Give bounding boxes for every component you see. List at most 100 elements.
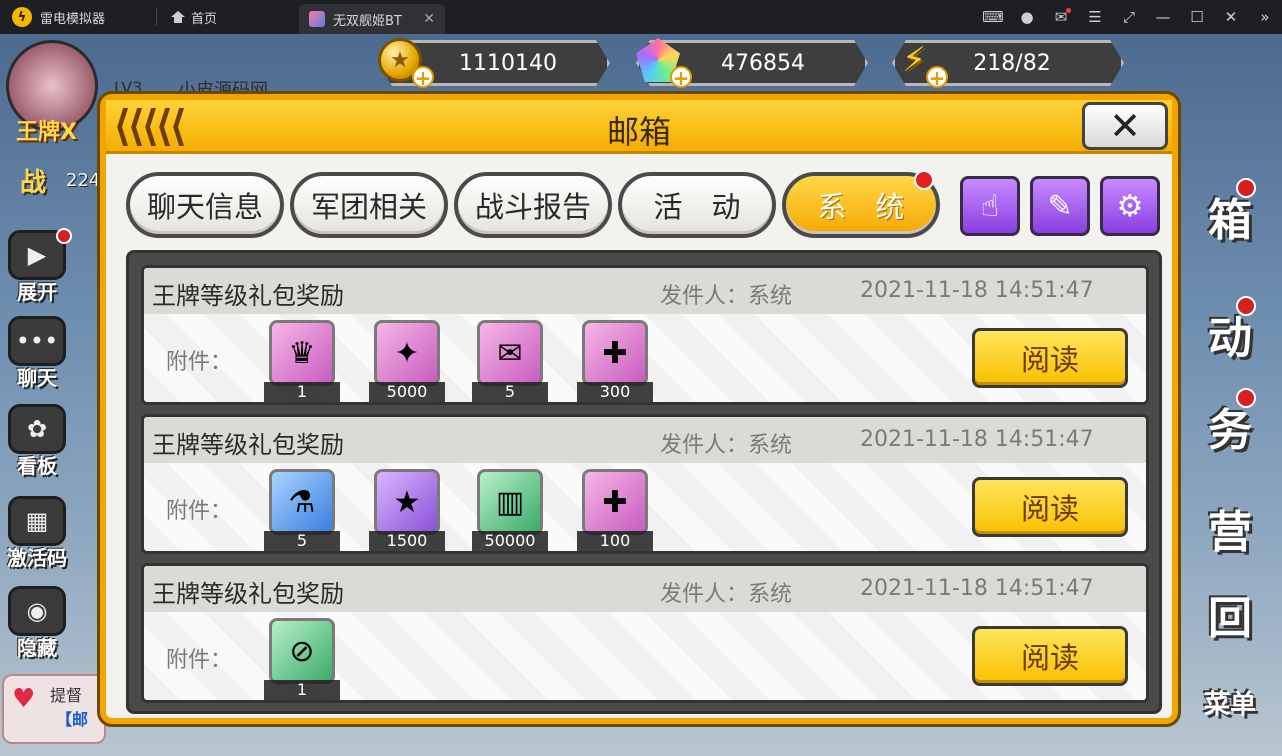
notification-dot	[1066, 8, 1071, 13]
attachment-item[interactable]: ★ 1500	[369, 469, 445, 551]
side-button-label: 展开	[17, 280, 57, 304]
right-menu-label: 箱	[1208, 195, 1252, 246]
tab-system[interactable]: 系 统	[782, 170, 940, 238]
attachment-item[interactable]: ✚ 300	[577, 320, 653, 402]
minimize-icon[interactable]: —	[1146, 0, 1180, 34]
settings-gear-icon[interactable]: ⚙	[1100, 176, 1160, 236]
resource-gold[interactable]: ★ + 1110140	[378, 38, 610, 88]
gamepad-icon[interactable]: ⌨	[976, 0, 1010, 34]
write-pencil-icon[interactable]: ✎	[1030, 176, 1090, 236]
attachment-item[interactable]: ✚ 100	[577, 469, 653, 551]
home-icon	[171, 11, 185, 23]
rainbow-gem-icon: +	[636, 38, 692, 88]
emulator-logo[interactable]: ϟ 雷电模拟器	[0, 0, 156, 34]
notice-line-2: 【邮	[56, 710, 89, 729]
mail-category-tabs: 聊天信息 军团相关 战斗报告 活 动 系 统	[126, 170, 940, 240]
read-button[interactable]: 阅读	[972, 626, 1128, 686]
attachment-item[interactable]: ▥ 50000	[472, 469, 548, 551]
mail-icon[interactable]: ✉	[1044, 0, 1078, 34]
attachment-item[interactable]: ⚗ 5	[264, 469, 340, 551]
dialog-title: 邮箱	[606, 113, 671, 151]
right-menu-label: 营	[1208, 507, 1252, 558]
power-label: 战	[20, 168, 47, 198]
mail-item[interactable]: 王牌等级礼包奖励 发件人：系统 2021-11-18 14:51:47 附件： …	[141, 265, 1149, 405]
item-quantity: 5000	[369, 382, 445, 402]
notification-dot	[1236, 296, 1256, 316]
heart-icon: ♥	[12, 684, 36, 714]
tab-system-label: 系 统	[817, 190, 905, 224]
purple-star-coin-icon: ★	[374, 469, 440, 535]
add-icon[interactable]: +	[670, 66, 692, 88]
attachment-item[interactable]: ✉ 5	[472, 320, 548, 402]
notice-line-1: 提督	[50, 686, 83, 705]
resource-energy[interactable]: ⚡ + 218/82	[892, 38, 1124, 88]
side-button-activation-code[interactable]: ▦ 激活码	[2, 496, 72, 570]
side-button-chat[interactable]: ••• 聊天	[2, 316, 72, 390]
mail-item[interactable]: 王牌等级礼包奖励 发件人：系统 2021-11-18 14:51:47 附件： …	[141, 563, 1149, 703]
item-quantity: 1	[264, 680, 340, 700]
maximize-icon[interactable]: ☐	[1180, 0, 1214, 34]
emulator-titlebar: ϟ 雷电模拟器 首页 无双舰姬BT ✕ ⌨ ● ✉ ☰ ⤢ — ☐ ✕ »	[0, 0, 1282, 34]
menu-icon[interactable]: ☰	[1078, 0, 1112, 34]
item-quantity: 50000	[472, 531, 548, 551]
collapse-icon[interactable]: »	[1248, 0, 1282, 34]
item-quantity: 100	[577, 531, 653, 551]
resource-gem[interactable]: + 476854	[636, 38, 868, 88]
add-icon[interactable]: +	[412, 66, 434, 88]
side-button-expand[interactable]: ▶ 展开	[2, 228, 72, 304]
account-icon[interactable]: ●	[1010, 0, 1044, 34]
side-button-hide[interactable]: ◉ 隐藏	[2, 586, 72, 660]
right-menu-return[interactable]: 回	[1178, 582, 1282, 646]
item-quantity: 5	[264, 531, 340, 551]
tab-activity[interactable]: 活 动	[618, 172, 776, 238]
chat-bubble-icon: •••	[8, 316, 66, 366]
right-menu-camp[interactable]: 营	[1178, 496, 1282, 560]
read-button[interactable]: 阅读	[972, 328, 1128, 388]
mail-time: 2021-11-18 14:51:47	[860, 278, 1094, 303]
attachment-item[interactable]: ✦ 5000	[369, 320, 445, 402]
supply-bag-icon: ✉	[477, 320, 543, 386]
tab-chat-messages[interactable]: 聊天信息	[126, 172, 284, 238]
attachment-item[interactable]: ♛ 1	[264, 320, 340, 402]
mail-sender: 发件人：系统	[660, 284, 793, 309]
notice-banner[interactable]: ♥ 提督 【邮	[2, 674, 106, 744]
attachment-label: 附件：	[166, 499, 233, 524]
right-menu-label: 菜单	[1203, 690, 1256, 720]
lightning-icon: ⚡ +	[892, 38, 948, 88]
attachment-label: 附件：	[166, 350, 233, 375]
right-menu-tasks[interactable]: 务	[1178, 388, 1282, 458]
right-menu-label: 务	[1208, 405, 1252, 456]
close-icon[interactable]: ✕	[1214, 0, 1248, 34]
restore-icon[interactable]: ⤢	[1112, 0, 1146, 34]
rank-title: 王牌X	[16, 120, 77, 145]
mail-subject: 王牌等级礼包奖励	[152, 580, 344, 608]
tab-home[interactable]: 首页	[157, 0, 297, 34]
notification-dot	[1236, 178, 1256, 198]
character-card-icon: ♛	[269, 320, 335, 386]
read-button[interactable]: 阅读	[972, 477, 1128, 537]
tab-legion[interactable]: 军团相关	[290, 172, 448, 238]
right-menu-mailbox[interactable]: 箱	[1178, 178, 1282, 248]
tab-game[interactable]: 无双舰姬BT ✕	[299, 4, 445, 34]
close-dialog-button[interactable]: ✕	[1082, 102, 1168, 150]
mail-list[interactable]: 王牌等级礼包奖励 发件人：系统 2021-11-18 14:51:47 附件： …	[126, 250, 1162, 714]
select-hand-icon[interactable]: ☝	[960, 176, 1020, 236]
attachment-item[interactable]: ⊘ 1	[264, 618, 340, 700]
notification-dot	[914, 170, 934, 190]
mailbox-dialog: 邮箱 ✕ 聊天信息 军团相关 战斗报告 活 动 系 统 ☝ ✎ ⚙ 王牌等级礼包…	[100, 94, 1178, 724]
side-button-label: 隐藏	[17, 636, 57, 660]
mail-item[interactable]: 王牌等级礼包奖励 发件人：系统 2021-11-18 14:51:47 附件： …	[141, 414, 1149, 554]
right-menu-events[interactable]: 动	[1178, 296, 1282, 366]
code-card-icon: ▦	[8, 496, 66, 546]
add-icon[interactable]: +	[926, 66, 948, 88]
right-menu-main[interactable]: 菜单	[1178, 684, 1282, 721]
item-quantity: 5	[472, 382, 548, 402]
side-button-board[interactable]: ✿ 看板	[2, 404, 72, 478]
attachment-label: 附件：	[166, 648, 233, 673]
app-name: 雷电模拟器	[40, 11, 106, 27]
close-tab-icon[interactable]: ✕	[423, 11, 435, 27]
fuel-canisters-icon: ▥	[477, 469, 543, 535]
side-button-label: 聊天	[17, 366, 57, 390]
side-button-label: 激活码	[7, 546, 67, 570]
tab-battle-report[interactable]: 战斗报告	[454, 172, 612, 238]
